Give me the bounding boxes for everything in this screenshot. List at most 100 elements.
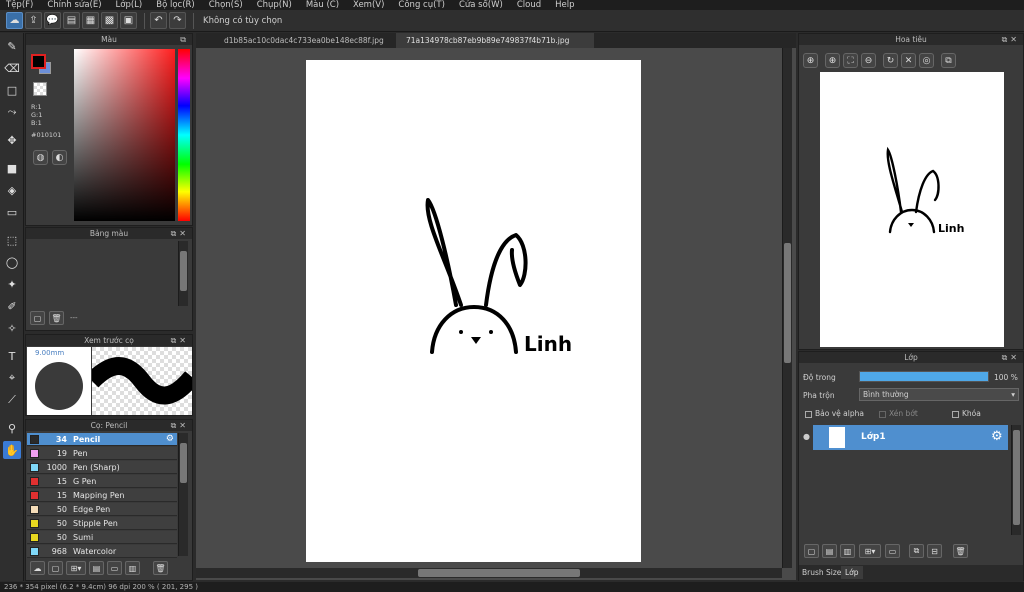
redo-icon[interactable]: ↷ bbox=[169, 12, 186, 29]
panel-window-icons[interactable]: ⧉✕ bbox=[171, 420, 189, 431]
menu-item[interactable]: Cửa sổ(W) bbox=[459, 0, 503, 10]
canvas-area[interactable]: Linh bbox=[196, 48, 796, 580]
layer-tab[interactable]: Lớp bbox=[841, 566, 863, 579]
grid-icon[interactable]: ▩ bbox=[101, 12, 118, 29]
export-icon[interactable]: ⇪ bbox=[25, 12, 42, 29]
brush-row[interactable]: 19 Pen bbox=[27, 447, 177, 460]
zoom-in-icon[interactable]: ⊕ bbox=[803, 53, 818, 68]
cloud-icon[interactable]: ☁ bbox=[6, 12, 23, 29]
brush-settings-icon[interactable]: ▥ bbox=[125, 561, 140, 575]
brush-row[interactable]: 15 G Pen bbox=[27, 475, 177, 488]
brush-scrollbar[interactable] bbox=[178, 433, 188, 556]
fill-rect-tool-icon[interactable]: ■ bbox=[3, 159, 21, 177]
menu-item[interactable]: Bộ lọc(R) bbox=[156, 0, 195, 10]
palette-scroll-thumb[interactable] bbox=[180, 251, 187, 291]
eye-icon[interactable]: ● bbox=[803, 432, 810, 441]
menu-item[interactable]: Công cụ(T) bbox=[398, 0, 445, 10]
canvas-horizontal-scrollbar[interactable] bbox=[196, 568, 782, 578]
menu-item[interactable]: Help bbox=[555, 0, 574, 10]
hand-tool-icon[interactable]: ✋ bbox=[3, 441, 21, 459]
color-mixer-icon[interactable]: ◐ bbox=[52, 150, 67, 165]
dotline-tool-icon[interactable]: ⤳ bbox=[3, 103, 21, 121]
brush-cloud-icon[interactable]: ☁ bbox=[30, 561, 45, 575]
canvas-paper[interactable]: Linh bbox=[306, 60, 641, 562]
layer-folder-icon[interactable]: ▭ bbox=[885, 544, 900, 558]
select-pen-tool-icon[interactable]: ✐ bbox=[3, 297, 21, 315]
rectangle-tool-icon[interactable]: □ bbox=[3, 81, 21, 99]
document-tab-active[interactable]: 71a134978cb87eb9b89e749837f4b71b.jpg bbox=[396, 33, 594, 48]
panel-window-icons[interactable]: ⧉ bbox=[180, 34, 189, 45]
select-rect-tool-icon[interactable]: ⬚ bbox=[3, 231, 21, 249]
layer-scroll-thumb[interactable] bbox=[1013, 430, 1020, 525]
add-layer-dropdown-icon[interactable]: ⊞▾ bbox=[859, 544, 881, 558]
panel-icon[interactable]: ▤ bbox=[63, 12, 80, 29]
magic-wand-tool-icon[interactable]: ✦ bbox=[3, 275, 21, 293]
page-icon[interactable]: ▦ bbox=[82, 12, 99, 29]
menu-item[interactable]: Cloud bbox=[517, 0, 541, 10]
lock-checkbox[interactable]: Khóa bbox=[952, 409, 981, 418]
delete-brush-icon[interactable]: 🗑 bbox=[153, 561, 168, 575]
lasso-tool-icon[interactable]: ◯ bbox=[3, 253, 21, 271]
navigator-thumbnail[interactable]: Linh bbox=[820, 72, 1004, 347]
brush-size-tab[interactable]: Brush Size bbox=[802, 568, 841, 577]
bucket-tool-icon[interactable]: ◈ bbox=[3, 181, 21, 199]
fit-icon[interactable]: ⛶ bbox=[843, 53, 858, 68]
new-layer-1bit-icon[interactable]: ▥ bbox=[840, 544, 855, 558]
brush-copy-icon[interactable]: ▤ bbox=[89, 561, 104, 575]
canvas-hscroll-thumb[interactable] bbox=[418, 569, 580, 577]
reset-view-icon[interactable]: ✕ bbox=[901, 53, 916, 68]
brush-row[interactable]: 15 Mapping Pen bbox=[27, 489, 177, 502]
brush-row[interactable]: 50 Stipple Pen bbox=[27, 517, 177, 530]
eyedropper-tool-icon[interactable]: ⚲ bbox=[3, 419, 21, 437]
panel-window-icons[interactable]: ⧉✕ bbox=[1002, 352, 1020, 363]
menu-item[interactable]: Chọn(S) bbox=[209, 0, 243, 10]
menu-item[interactable]: Chụp(N) bbox=[257, 0, 292, 10]
duplicate-layer-icon[interactable]: ⧉ bbox=[909, 544, 924, 558]
new-palette-icon[interactable]: ▢ bbox=[30, 311, 45, 325]
new-brush-icon[interactable]: ▢ bbox=[48, 561, 63, 575]
menu-item[interactable]: Màu (C) bbox=[306, 0, 339, 10]
document-tab[interactable]: d1b85ac10c0dac4c733ea0be148ec88f.jpg bbox=[214, 33, 394, 48]
brush-folder-icon[interactable]: ▭ bbox=[107, 561, 122, 575]
layer-row[interactable]: Lớp1 ⚙ bbox=[813, 425, 1008, 450]
foreground-color-swatch[interactable] bbox=[31, 54, 46, 69]
text-tool-icon[interactable]: T bbox=[3, 347, 21, 365]
blend-mode-select[interactable]: Bình thường ▾ bbox=[859, 388, 1019, 401]
undo-icon[interactable]: ↶ bbox=[150, 12, 167, 29]
brush-row[interactable]: 1000 Pen (Sharp) bbox=[27, 461, 177, 474]
clipping-checkbox[interactable]: Xén bớt bbox=[879, 409, 918, 418]
select-eraser-tool-icon[interactable]: ✧ bbox=[3, 319, 21, 337]
panel-window-icons[interactable]: ⧉✕ bbox=[171, 228, 189, 239]
menu-item[interactable]: Xem(V) bbox=[353, 0, 384, 10]
eraser-tool-icon[interactable]: ⌫ bbox=[3, 59, 21, 77]
add-brush-dropdown-icon[interactable]: ⊞▾ bbox=[66, 561, 86, 575]
panel-window-icons[interactable]: ⧉✕ bbox=[1002, 34, 1020, 45]
rotate-reset-icon[interactable]: ◎ bbox=[919, 53, 934, 68]
brush-tool-icon[interactable]: ✎ bbox=[3, 37, 21, 55]
transparent-color-swatch[interactable] bbox=[33, 82, 47, 96]
operation-tool-icon[interactable]: ⌖ bbox=[3, 369, 21, 387]
brush-scroll-thumb[interactable] bbox=[180, 443, 187, 483]
layer-scrollbar[interactable] bbox=[1011, 425, 1021, 535]
tile-icon[interactable]: ▣ bbox=[120, 12, 137, 29]
new-layer-icon[interactable]: ▢ bbox=[804, 544, 819, 558]
brush-row[interactable]: 50 Sumi bbox=[27, 531, 177, 544]
canvas-vscroll-thumb[interactable] bbox=[784, 243, 791, 363]
opacity-slider[interactable] bbox=[859, 371, 989, 382]
panel-window-icons[interactable]: ⧉✕ bbox=[171, 335, 189, 346]
divide-tool-icon[interactable]: ⟋ bbox=[3, 391, 21, 409]
saturation-value-picker[interactable] bbox=[74, 49, 175, 221]
brush-settings-gear-icon[interactable]: ⚙ bbox=[166, 434, 174, 444]
gradient-tool-icon[interactable]: ▭ bbox=[3, 203, 21, 221]
menu-item[interactable]: Tệp(F) bbox=[6, 0, 33, 10]
menu-item[interactable]: Chỉnh sửa(E) bbox=[47, 0, 101, 10]
layer-settings-icon[interactable]: ⚙ bbox=[991, 429, 1003, 444]
delete-palette-icon[interactable]: 🗑 bbox=[49, 311, 64, 325]
rotate-icon[interactable]: ↻ bbox=[883, 53, 898, 68]
flip-icon[interactable]: ⧉ bbox=[941, 53, 956, 68]
move-tool-icon[interactable]: ✥ bbox=[3, 131, 21, 149]
menu-item[interactable]: Lớp(L) bbox=[116, 0, 143, 10]
brush-row[interactable]: 34 Pencil ⚙ bbox=[27, 433, 177, 446]
brush-row[interactable]: 50 Edge Pen bbox=[27, 503, 177, 516]
protect-alpha-checkbox[interactable]: Bảo vệ alpha bbox=[805, 409, 864, 418]
